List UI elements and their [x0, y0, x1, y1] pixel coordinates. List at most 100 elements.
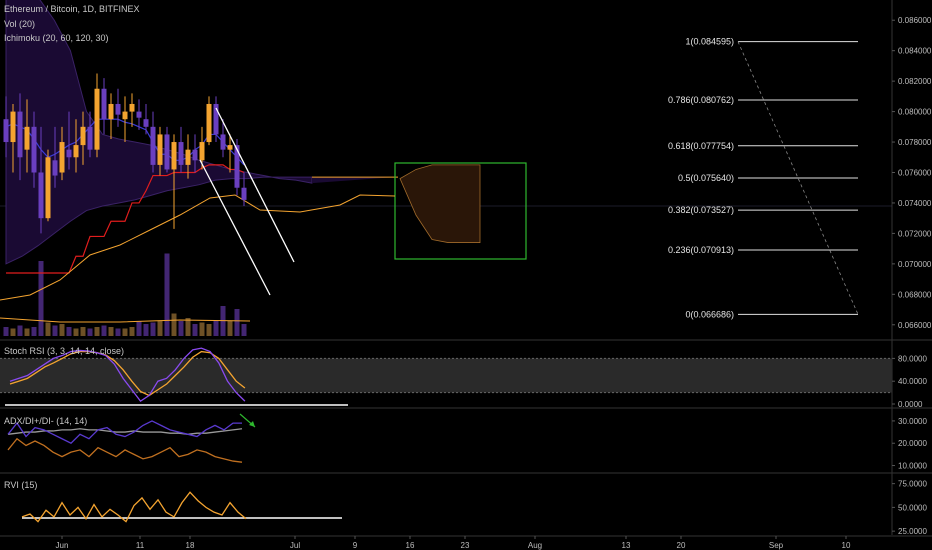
candle-body	[101, 88, 107, 120]
candle-body	[80, 126, 86, 146]
time-tick-label: Jul	[290, 541, 300, 550]
chart-title: Ethereum / Bitcoin, 1D, BITFINEX	[4, 4, 140, 14]
fibonacci-retracement[interactable]: 1(0.084595) 0.786(0.080762) 0.618(0.077754…	[668, 37, 859, 320]
candle-body	[122, 111, 128, 120]
candle-body	[185, 149, 191, 165]
volume-bar	[150, 322, 156, 336]
fib-level-label: 0.236(0.070913)	[668, 245, 734, 255]
stoch-rsi-tick-label: 0.0000	[898, 400, 923, 409]
time-tick-label: 10	[842, 541, 851, 550]
candle-body	[115, 103, 121, 115]
volume-bar	[10, 328, 16, 336]
candle-body	[3, 119, 9, 143]
volume-bar	[129, 327, 135, 336]
volume-bar	[192, 324, 198, 336]
adx-label: ADX/DI+/DI- (14, 14)	[4, 416, 88, 426]
stoch-rsi-tick-label: 80.0000	[898, 354, 927, 363]
volume-bar	[59, 324, 65, 336]
adx-tick-label: 30.0000	[898, 417, 927, 426]
volume-bar	[199, 322, 205, 336]
kumo-cloud-extension	[311, 177, 395, 184]
volume-bar	[171, 313, 177, 336]
candle-body	[87, 126, 93, 150]
candle-body	[59, 142, 65, 173]
candle-body	[129, 103, 135, 112]
volume-bar	[234, 309, 240, 336]
time-tick-label: Sep	[769, 541, 784, 550]
rvi-line	[21, 491, 247, 523]
time-tick-label: 13	[622, 541, 631, 550]
candle-body	[24, 126, 30, 150]
volume-bar	[80, 327, 86, 336]
price-tick-label: 0.084000	[898, 47, 932, 56]
price-tick-label: 0.080000	[898, 108, 932, 117]
candle-body	[150, 126, 156, 165]
volume-bar	[31, 327, 37, 336]
candle-body	[171, 142, 177, 170]
candle-body	[38, 172, 44, 219]
price-tick-label: 0.066000	[898, 321, 932, 330]
volume-bar	[206, 324, 212, 336]
fib-level-label: 0.618(0.077754)	[668, 141, 734, 151]
candle-body	[157, 134, 163, 165]
volume-bar	[24, 328, 30, 336]
candle-body	[192, 149, 198, 161]
candle-body	[143, 119, 149, 127]
candle-body	[73, 145, 79, 158]
stoch-rsi-label: Stoch RSI (3, 3, 14, 14, close)	[4, 346, 125, 356]
candle-body	[17, 111, 23, 158]
rvi-label: RVI (15)	[4, 480, 38, 490]
price-tick-label: 0.070000	[898, 260, 932, 269]
volume-bar	[87, 328, 93, 336]
volume-bar	[52, 325, 58, 336]
trendline-upper	[215, 107, 295, 263]
adx-tick-label: 10.0000	[898, 462, 927, 471]
volume-ma	[0, 317, 251, 323]
price-tick-label: 0.086000	[898, 16, 932, 25]
volume-bar	[136, 321, 142, 336]
rvi-tick-label: 25.0000	[898, 527, 927, 536]
volume-bar	[45, 322, 51, 336]
di-minus-line	[7, 437, 243, 463]
price-tick-label: 0.072000	[898, 229, 932, 238]
indicator-panes: 80.0000 40.0000 0.0000 30.0000 20.0000 10.000…	[0, 347, 927, 536]
volume-bar	[115, 328, 121, 336]
rvi-tick-label: 75.0000	[898, 480, 927, 489]
fib-level-label: 0.786(0.080762)	[668, 95, 734, 105]
candle-body	[108, 103, 114, 120]
price-chart[interactable]: 1(0.084595) 0.786(0.080762) 0.618(0.077754…	[0, 0, 932, 550]
volume-bar	[66, 327, 72, 336]
volume-bar	[241, 324, 247, 336]
candle-body	[10, 111, 16, 143]
volume-bar	[3, 327, 9, 336]
volume-bar	[213, 321, 219, 336]
volume-bar	[143, 324, 149, 336]
candle-body	[136, 111, 142, 118]
volume-bar	[73, 328, 79, 336]
stoch-rsi-band	[0, 358, 892, 393]
rvi-tick-label: 50.0000	[898, 503, 927, 512]
candle-body	[31, 126, 37, 173]
candle-body	[241, 187, 247, 200]
time-tick-label: 16	[406, 541, 415, 550]
candle-body	[52, 160, 58, 176]
stoch-rsi-tick-label: 40.0000	[898, 377, 927, 386]
adx-tick-label: 20.0000	[898, 439, 927, 448]
time-tick-label: Aug	[528, 541, 542, 550]
candle-body	[227, 145, 233, 150]
time-tick-label: 23	[461, 541, 470, 550]
future-kumo-cloud	[399, 164, 481, 243]
volume-bar	[108, 327, 114, 336]
price-tick-label: 0.082000	[898, 77, 932, 86]
chart-grid	[0, 0, 932, 537]
ichimoku-label: Ichimoku (20, 60, 120, 30)	[4, 33, 109, 43]
price-tick-label: 0.074000	[898, 199, 932, 208]
candle-body	[220, 134, 226, 150]
volume-bar	[17, 325, 23, 336]
volume-bar	[101, 325, 107, 336]
candle-body	[199, 142, 205, 161]
volume-bar	[94, 327, 100, 336]
volume-bar	[164, 253, 170, 336]
volume-bar	[227, 321, 233, 336]
volume-bar	[122, 328, 128, 336]
